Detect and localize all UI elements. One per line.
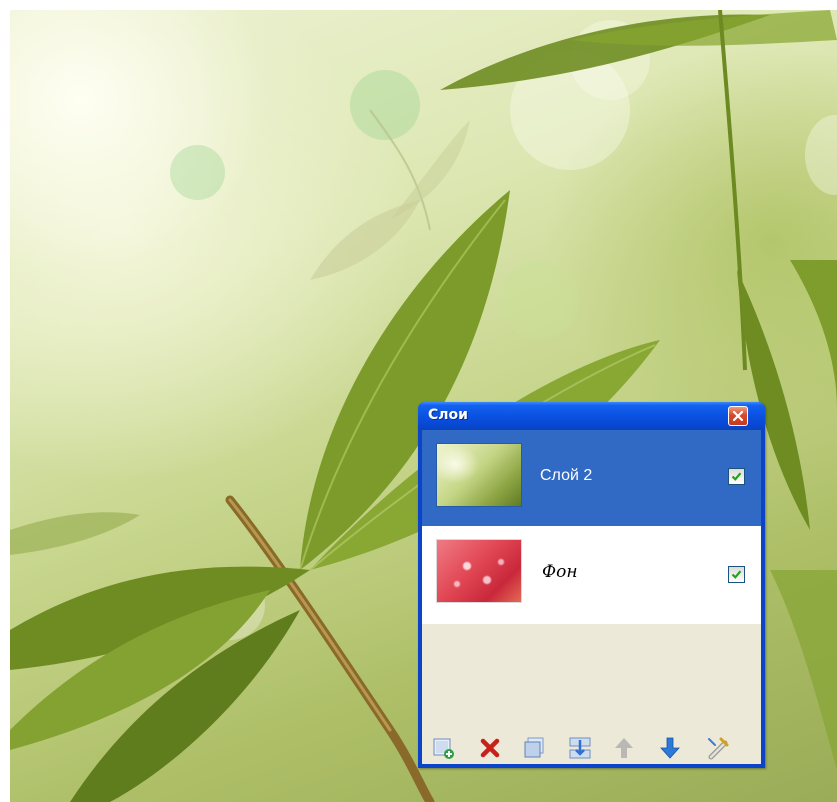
add-layer-button[interactable] [432, 736, 456, 760]
layer-row-layer-2[interactable]: Слой 2 [422, 430, 761, 526]
merge-layer-down-button[interactable] [568, 736, 592, 760]
layer-properties-icon [708, 737, 729, 760]
layers-toolbar [422, 732, 761, 764]
layer-name: Фон [542, 562, 578, 582]
layer-properties-button[interactable] [706, 736, 730, 760]
layers-window: Слои Слой 2 Фон [418, 402, 765, 768]
delete-layer-button[interactable] [478, 736, 502, 760]
layers-empty-area [422, 624, 761, 732]
move-layer-down-icon [660, 737, 680, 759]
layer-row-background[interactable]: Фон [422, 526, 761, 624]
add-layer-icon [433, 738, 454, 759]
delete-layer-icon [480, 738, 500, 758]
title-bar[interactable]: Слои [418, 402, 765, 430]
move-layer-up-button[interactable] [612, 736, 636, 760]
move-layer-down-button[interactable] [658, 736, 682, 760]
layer-thumbnail [437, 444, 521, 506]
layer-visibility-checkbox[interactable] [728, 566, 745, 583]
layer-visibility-checkbox[interactable] [728, 468, 745, 485]
merge-layer-down-icon [569, 737, 591, 759]
layers-panel: Слой 2 Фон [422, 430, 761, 764]
duplicate-layer-icon [524, 737, 544, 758]
window-title: Слои [428, 407, 468, 423]
move-layer-up-icon [615, 738, 633, 758]
close-icon [732, 410, 744, 422]
layer-name: Слой 2 [540, 467, 593, 484]
close-button[interactable] [728, 406, 748, 426]
layer-thumbnail [437, 540, 521, 602]
checkmark-icon [731, 472, 742, 481]
duplicate-layer-button[interactable] [522, 736, 546, 760]
checkmark-icon [731, 570, 742, 579]
